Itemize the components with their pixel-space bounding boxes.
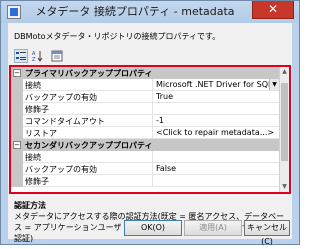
property-row-restore[interactable]: リストア <Click to repair metadata...> (11, 127, 279, 139)
property-value[interactable] (152, 151, 279, 162)
row-gutter (11, 115, 23, 127)
alphabetical-sort-icon[interactable]: A Z (31, 49, 45, 63)
dialog-window: メタデータ 接続プロパティ - metadata ✕ DBMotoメタデータ・リ… (0, 0, 300, 246)
property-row-connection[interactable]: 接続 (11, 151, 279, 163)
property-row-command-timeout[interactable]: コマンドタイムアウト -1 (11, 115, 279, 127)
svg-text:Z: Z (32, 57, 36, 62)
apply-button[interactable]: 適用(A) (184, 220, 242, 236)
property-name: バックアップの有効 (25, 165, 97, 174)
property-pages-icon[interactable] (50, 49, 64, 63)
category-label: プライマリバックアッププロパティ (25, 69, 153, 78)
chevron-down-icon[interactable]: ▼ (269, 79, 279, 90)
app-icon (7, 5, 21, 19)
title-bar[interactable]: メタデータ 接続プロパティ - metadata ✕ (1, 1, 299, 23)
dialog-client: DBMotoメタデータ・リポジトリの接続プロパティです。 A Z − プライマリ… (8, 23, 292, 246)
row-gutter (11, 127, 23, 139)
row-gutter (11, 91, 23, 103)
property-row-backup-enabled[interactable]: バックアップの有効 False (11, 163, 279, 175)
property-name: リストア (25, 129, 57, 138)
property-grid: − プライマリバックアッププロパティ 接続 Microsoft .NET Dri… (11, 67, 279, 192)
property-value[interactable]: <Click to repair metadata...> (152, 127, 279, 138)
category-label: セカンダリバックアッププロパティ (25, 141, 153, 150)
property-row-qualifier[interactable]: 修飾子 (11, 175, 279, 187)
property-value-connection[interactable]: Microsoft .NET Driver for SQL Server C ▼ (152, 79, 279, 90)
row-gutter (11, 175, 23, 187)
categorized-sort-icon[interactable] (14, 49, 28, 63)
property-name: バックアップの有効 (25, 93, 97, 102)
category-secondary-backup[interactable]: − セカンダリバックアッププロパティ (11, 139, 279, 151)
row-gutter (11, 151, 23, 163)
close-button[interactable]: ✕ (252, 1, 294, 19)
property-value[interactable]: -1 (152, 115, 279, 126)
property-name: 修飾子 (25, 177, 49, 186)
ok-button[interactable]: OK(O) (124, 220, 182, 236)
row-gutter (11, 79, 23, 91)
row-gutter (11, 103, 23, 115)
property-grid-toolbar: A Z (14, 49, 74, 63)
vertical-scrollbar[interactable]: ▲ ▼ (279, 67, 289, 192)
property-name: 接続 (25, 81, 41, 90)
property-value[interactable]: False (152, 163, 279, 174)
property-grid-highlight: − プライマリバックアッププロパティ 接続 Microsoft .NET Dri… (9, 65, 291, 194)
cancel-button[interactable]: キャンセル(C) (244, 220, 290, 246)
help-title: 認証方法 (14, 201, 46, 210)
scrollbar-thumb[interactable] (281, 83, 288, 161)
property-value[interactable] (152, 175, 279, 186)
property-row-connection[interactable]: 接続 Microsoft .NET Driver for SQL Server … (11, 79, 279, 91)
property-name: 接続 (25, 153, 41, 162)
collapse-icon[interactable]: − (13, 141, 21, 149)
window-title: メタデータ 接続プロパティ - metadata (35, 5, 235, 18)
property-value[interactable]: True (152, 91, 279, 102)
category-primary-backup[interactable]: − プライマリバックアッププロパティ (11, 67, 279, 79)
property-name: コマンドタイムアウト (25, 117, 105, 126)
scroll-down-icon[interactable]: ▼ (280, 182, 289, 192)
collapse-icon[interactable]: − (13, 69, 21, 77)
property-value-text: Microsoft .NET Driver for SQL Server C (156, 80, 279, 89)
property-row-qualifier[interactable]: 修飾子 (11, 103, 279, 115)
property-name: 修飾子 (25, 105, 49, 114)
row-gutter (11, 163, 23, 175)
property-value[interactable] (152, 103, 279, 114)
property-row-backup-enabled[interactable]: バックアップの有効 True (11, 91, 279, 103)
scroll-up-icon[interactable]: ▲ (280, 67, 289, 77)
dialog-description: DBMotoメタデータ・リポジトリの接続プロパティです。 (14, 32, 221, 41)
